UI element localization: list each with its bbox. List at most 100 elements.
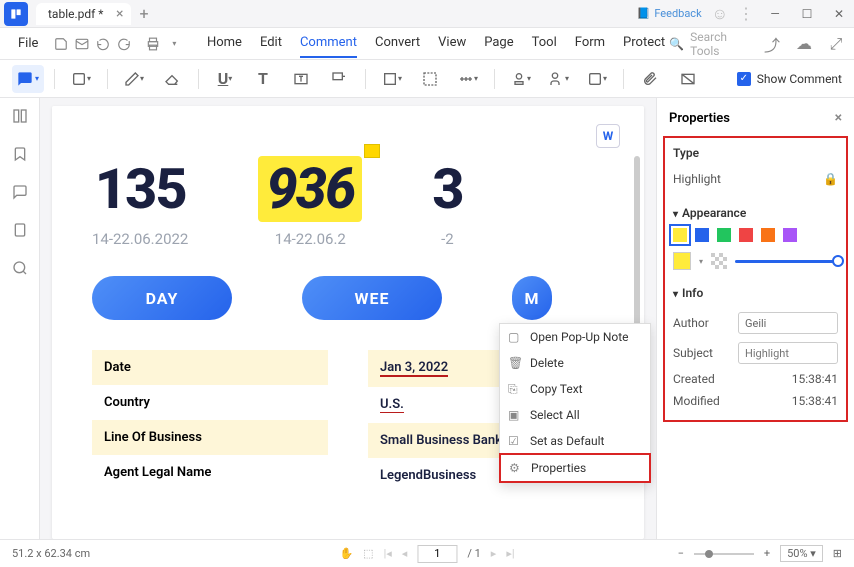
thumbnails-icon[interactable] — [10, 106, 30, 126]
cloud-icon[interactable]: ☁ — [794, 34, 814, 54]
prev-page-icon[interactable]: ◂ — [402, 547, 408, 560]
menu-comment[interactable]: Comment — [300, 29, 357, 58]
ctx-set-default[interactable]: ☑Set as Default — [500, 428, 650, 454]
search-tools[interactable]: 🔍 Search Tools — [669, 30, 746, 58]
opacity-control: ▾ — [673, 252, 838, 270]
attachments-icon[interactable] — [10, 220, 30, 240]
shape-tool[interactable]: ▾ — [376, 65, 408, 93]
maximize-button[interactable]: ☐ — [796, 3, 818, 25]
hide-tool[interactable] — [672, 65, 704, 93]
menu-home[interactable]: Home — [207, 29, 242, 58]
canvas-area[interactable]: W 135 14-22.06.2022 936 14-22.06.2 3 -2 — [40, 98, 656, 539]
show-comment-toggle[interactable]: ✓ Show Comment — [737, 72, 842, 86]
file-menu[interactable]: File — [8, 32, 48, 55]
bookmarks-icon[interactable] — [10, 144, 30, 164]
zoom-value[interactable]: 50% ▾ — [780, 545, 823, 562]
close-button[interactable]: ✕ — [828, 3, 850, 25]
comments-icon[interactable] — [10, 182, 30, 202]
more-icon[interactable]: ⋮ — [738, 4, 754, 23]
note-tool[interactable]: ▾ — [12, 65, 44, 93]
undo-icon[interactable] — [95, 34, 112, 54]
tab-close-icon[interactable]: × — [116, 6, 123, 22]
last-page-icon[interactable]: ▸| — [506, 547, 514, 560]
attachment-tool[interactable] — [634, 65, 666, 93]
ctx-delete[interactable]: 🗑Delete — [500, 350, 650, 376]
measure-tool[interactable]: ▾ — [452, 65, 484, 93]
author-input[interactable] — [738, 312, 838, 334]
redo-icon[interactable] — [116, 34, 133, 54]
signature-tool[interactable]: ▾ — [543, 65, 575, 93]
expand-icon[interactable]: ⤢ — [826, 34, 846, 54]
menu-view[interactable]: View — [438, 29, 466, 58]
ctx-copy[interactable]: ⎘Copy Text — [500, 376, 650, 402]
swatch-purple[interactable] — [783, 228, 797, 242]
user-icon[interactable]: ☺ — [712, 4, 728, 24]
comment-toolbar: ▾ ▾ ▾ U ▾ T ▾ ▾ ▾ ▾ ▾ ✓ Show Comment — [0, 60, 854, 98]
check-icon: ☑ — [508, 434, 522, 448]
menu-form[interactable]: Form — [575, 29, 605, 58]
pill-week[interactable]: WEE — [302, 276, 442, 320]
swatch-blue[interactable] — [695, 228, 709, 242]
fill-color[interactable] — [673, 252, 691, 270]
print-dropdown-icon[interactable]: ▾ — [166, 34, 183, 54]
search-panel-icon[interactable] — [10, 258, 30, 278]
text-tool[interactable]: T — [247, 65, 279, 93]
lock-icon[interactable]: 🔒 — [823, 172, 838, 186]
pencil-tool[interactable]: ▾ — [118, 65, 150, 93]
minimize-button[interactable]: — — [764, 3, 786, 25]
table-row: Agent Legal Name — [92, 455, 328, 490]
menu-tool[interactable]: Tool — [532, 29, 557, 58]
info-section[interactable]: ▾Info — [673, 286, 838, 300]
opacity-slider[interactable] — [735, 260, 838, 263]
appearance-section[interactable]: ▾Appearance — [673, 206, 838, 220]
area-tool[interactable] — [414, 65, 446, 93]
fit-page-icon[interactable]: ⊞ — [833, 547, 842, 560]
modified-value: 15:38:41 — [792, 394, 838, 408]
hand-tool-icon[interactable]: ✋ — [339, 547, 353, 560]
callout-tool[interactable] — [323, 65, 355, 93]
menu-page[interactable]: Page — [484, 29, 513, 58]
zoom-slider[interactable] — [694, 553, 754, 555]
textbox-tool[interactable] — [285, 65, 317, 93]
menu-protect[interactable]: Protect — [623, 29, 665, 58]
stamp-tool[interactable]: ▾ — [505, 65, 537, 93]
ctx-select-all[interactable]: ▣Select All — [500, 402, 650, 428]
swatch-orange[interactable] — [761, 228, 775, 242]
ctx-open-popup[interactable]: ▢Open Pop-Up Note — [500, 324, 650, 350]
next-page-icon[interactable]: ▸ — [491, 547, 497, 560]
note-marker-icon[interactable] — [364, 144, 380, 158]
save-icon[interactable] — [52, 34, 69, 54]
zoom-out-icon[interactable]: − — [678, 547, 684, 560]
swatch-red[interactable] — [739, 228, 753, 242]
subject-input[interactable] — [738, 342, 838, 364]
page-input[interactable] — [417, 545, 457, 563]
stat-week: 936 14-22.06.2 — [258, 156, 362, 248]
swatch-green[interactable] — [717, 228, 731, 242]
ctx-properties[interactable]: ⚙Properties — [499, 453, 651, 483]
document-tab[interactable]: table.pdf * × — [36, 3, 131, 25]
app-icon — [4, 2, 28, 26]
highlighted-text[interactable]: 936 — [258, 156, 362, 222]
scrollbar[interactable] — [634, 156, 640, 336]
highlight-tool[interactable]: ▾ — [65, 65, 97, 93]
menu-edit[interactable]: Edit — [260, 29, 282, 58]
print-icon[interactable] — [145, 34, 162, 54]
mail-icon[interactable] — [74, 34, 91, 54]
transparency-icon[interactable] — [711, 253, 727, 269]
underline-tool[interactable]: U ▾ — [209, 65, 241, 93]
add-tab-button[interactable]: + — [139, 4, 148, 23]
pill-month[interactable]: M — [512, 276, 552, 320]
convert-word-icon[interactable]: W — [596, 124, 620, 148]
eraser-tool[interactable] — [156, 65, 188, 93]
select-tool-icon[interactable]: ⬚ — [363, 547, 373, 560]
share-icon[interactable]: ⤴ — [762, 34, 782, 54]
feedback-button[interactable]: 📘 Feedback — [637, 7, 702, 20]
created-label: Created — [673, 372, 715, 386]
menu-convert[interactable]: Convert — [375, 29, 420, 58]
zoom-in-icon[interactable]: + — [764, 547, 770, 560]
swatch-yellow[interactable] — [673, 228, 687, 242]
sticky-tool[interactable]: ▾ — [581, 65, 613, 93]
pill-day[interactable]: DAY — [92, 276, 232, 320]
first-page-icon[interactable]: |◂ — [384, 547, 392, 560]
close-icon[interactable]: × — [835, 110, 842, 126]
